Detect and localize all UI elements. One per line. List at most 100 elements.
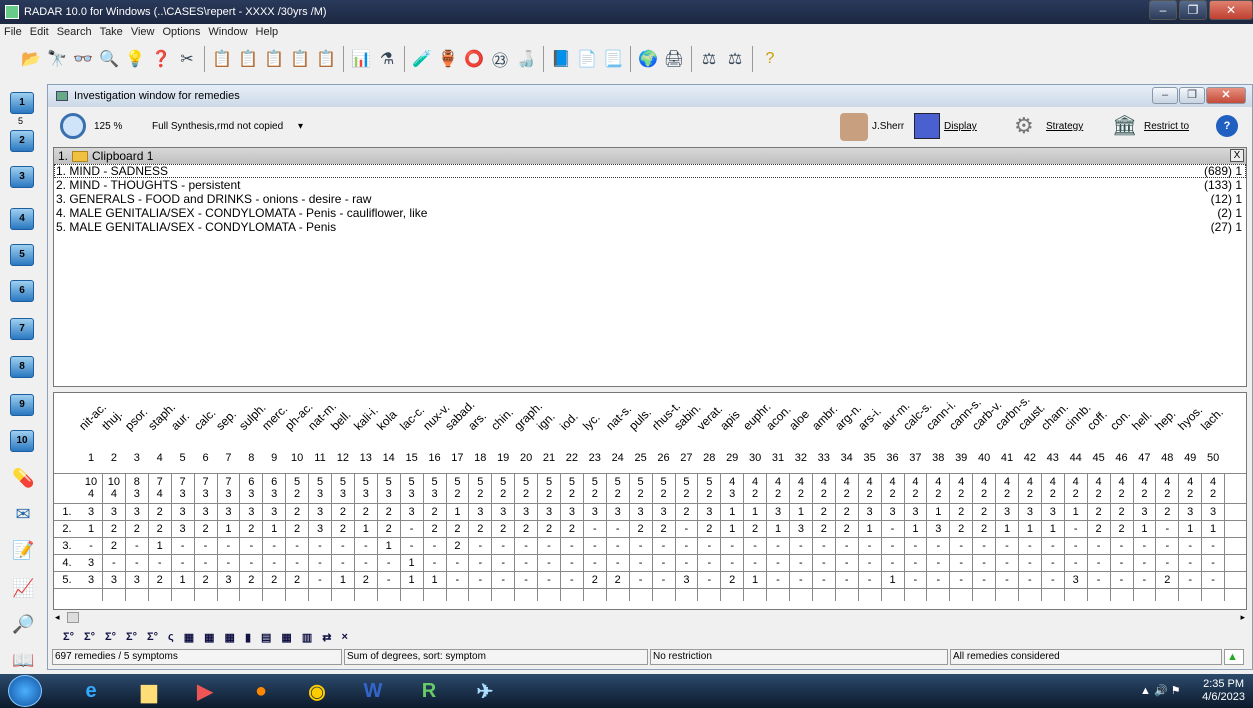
grade-cell[interactable]: 1: [767, 522, 789, 536]
grade-cell[interactable]: -: [584, 522, 606, 536]
minimize-button[interactable]: ‒: [1149, 0, 1177, 20]
grade-cell[interactable]: -: [103, 556, 125, 570]
grade-cell[interactable]: -: [744, 556, 766, 570]
graph-icon[interactable]: 📈: [12, 578, 34, 600]
grade-cell[interactable]: -: [607, 556, 629, 570]
grade-cell[interactable]: 1: [424, 573, 446, 587]
symptom-row-label[interactable]: 3.: [56, 539, 78, 553]
grade-cell[interactable]: 3: [126, 505, 148, 519]
grade-cell[interactable]: 3: [469, 505, 491, 519]
clipboard-view-icon[interactable]: ▤: [261, 631, 271, 644]
grade-cell[interactable]: -: [515, 556, 537, 570]
help-icon[interactable]: ?: [759, 48, 781, 70]
grade-cell[interactable]: 2: [469, 522, 491, 536]
grade-cell[interactable]: 3: [1202, 505, 1224, 519]
grade-cell[interactable]: 2: [286, 522, 308, 536]
grade-cell[interactable]: 2: [515, 522, 537, 536]
glasses-icon[interactable]: 👓: [72, 48, 94, 70]
grade-cell[interactable]: 2: [1088, 505, 1110, 519]
grade-cell[interactable]: 1: [149, 539, 171, 553]
search-bulb-icon[interactable]: 🔎: [12, 614, 34, 636]
find-icon[interactable]: 🔭: [46, 48, 68, 70]
grade-cell[interactable]: -: [378, 556, 400, 570]
grade-cell[interactable]: 2: [355, 505, 377, 519]
grade-cell[interactable]: 3: [584, 505, 606, 519]
grade-cell[interactable]: 1: [80, 522, 102, 536]
grade-cell[interactable]: -: [1019, 539, 1041, 553]
grade-cell[interactable]: 3: [240, 505, 262, 519]
scroll-thumb[interactable]: [67, 612, 79, 623]
grade-cell[interactable]: 2: [378, 505, 400, 519]
grade-cell[interactable]: -: [973, 539, 995, 553]
grade-cell[interactable]: -: [675, 539, 697, 553]
grade-cell[interactable]: -: [698, 556, 720, 570]
grade-cell[interactable]: 3: [653, 505, 675, 519]
rubric-row[interactable]: 5. MALE GENITALIA/SEX - CONDYLOMATA - Pe…: [54, 220, 1246, 234]
media-icon[interactable]: ▶: [178, 676, 232, 706]
remedy-name[interactable]: lyc.: [580, 410, 603, 433]
grade-cell[interactable]: -: [790, 539, 812, 553]
grade-cell[interactable]: -: [126, 539, 148, 553]
grade-cell[interactable]: 2: [1111, 522, 1133, 536]
remedy-name[interactable]: hyos.: [1175, 403, 1205, 433]
plane-icon[interactable]: ✈: [458, 676, 512, 706]
grade-cell[interactable]: 3: [767, 505, 789, 519]
rubric-row[interactable]: 2. MIND - THOUGHTS - persistent (133) 1: [54, 178, 1246, 192]
menu-edit[interactable]: Edit: [30, 26, 49, 38]
grade-cell[interactable]: -: [882, 556, 904, 570]
clipboard-6-button[interactable]: 6: [10, 280, 34, 302]
grade-cell[interactable]: 3: [80, 505, 102, 519]
search-icon[interactable]: 🔍: [98, 48, 120, 70]
grade-cell[interactable]: -: [561, 556, 583, 570]
grade-cell[interactable]: -: [630, 539, 652, 553]
symptom-row-label[interactable]: 5.: [56, 573, 78, 587]
grade-cell[interactable]: 1: [217, 522, 239, 536]
grade-cell[interactable]: 1: [1019, 522, 1041, 536]
document-2-icon[interactable]: 📃: [602, 48, 624, 70]
grade-cell[interactable]: 3: [607, 505, 629, 519]
grade-cell[interactable]: 2: [263, 573, 285, 587]
strategy-button[interactable]: Strategy: [1046, 121, 1083, 132]
grade-cell[interactable]: -: [309, 556, 331, 570]
graph-view-2-icon[interactable]: ▦: [204, 631, 214, 644]
grade-cell[interactable]: -: [904, 539, 926, 553]
grade-cell[interactable]: -: [813, 539, 835, 553]
grade-cell[interactable]: -: [1019, 573, 1041, 587]
grade-cell[interactable]: -: [836, 539, 858, 553]
tools-icon[interactable]: ✂: [176, 48, 198, 70]
grade-cell[interactable]: -: [607, 539, 629, 553]
grade-cell[interactable]: -: [309, 539, 331, 553]
grade-cell[interactable]: -: [882, 522, 904, 536]
grade-cell[interactable]: -: [309, 573, 331, 587]
grade-cell[interactable]: 2: [149, 573, 171, 587]
grade-cell[interactable]: 2: [195, 573, 217, 587]
grade-cell[interactable]: -: [492, 539, 514, 553]
document-icon[interactable]: 📄: [576, 48, 598, 70]
grade-cell[interactable]: 2: [240, 522, 262, 536]
grade-cell[interactable]: 1: [859, 522, 881, 536]
grade-cell[interactable]: 3: [859, 505, 881, 519]
grade-cell[interactable]: -: [790, 573, 812, 587]
grade-cell[interactable]: 3: [309, 505, 331, 519]
grade-cell[interactable]: 3: [492, 505, 514, 519]
close-button[interactable]: ✕: [1209, 0, 1253, 20]
sum-weighted-icon[interactable]: Σ°: [105, 631, 116, 643]
graph-view-icon[interactable]: ▦: [184, 631, 194, 644]
grade-cell[interactable]: -: [1088, 539, 1110, 553]
grade-cell[interactable]: -: [263, 556, 285, 570]
grade-cell[interactable]: 2: [286, 573, 308, 587]
grade-cell[interactable]: 1: [721, 522, 743, 536]
grade-cell[interactable]: -: [698, 573, 720, 587]
remedy-name[interactable]: psor.: [122, 405, 150, 433]
display-icon[interactable]: [914, 113, 940, 139]
clipboard-3-button[interactable]: 3: [10, 166, 34, 188]
menu-window[interactable]: Window: [208, 26, 247, 38]
grade-cell[interactable]: 3: [103, 573, 125, 587]
grade-cell[interactable]: -: [172, 539, 194, 553]
grade-cell[interactable]: 1: [378, 539, 400, 553]
remedy-name[interactable]: nat-s.: [603, 402, 634, 433]
clipboard-close-button[interactable]: X: [1230, 149, 1244, 162]
grade-cell[interactable]: -: [630, 573, 652, 587]
scale-2-icon[interactable]: ⚖: [724, 48, 746, 70]
strategy-gear-icon[interactable]: ⚙: [1014, 113, 1044, 139]
